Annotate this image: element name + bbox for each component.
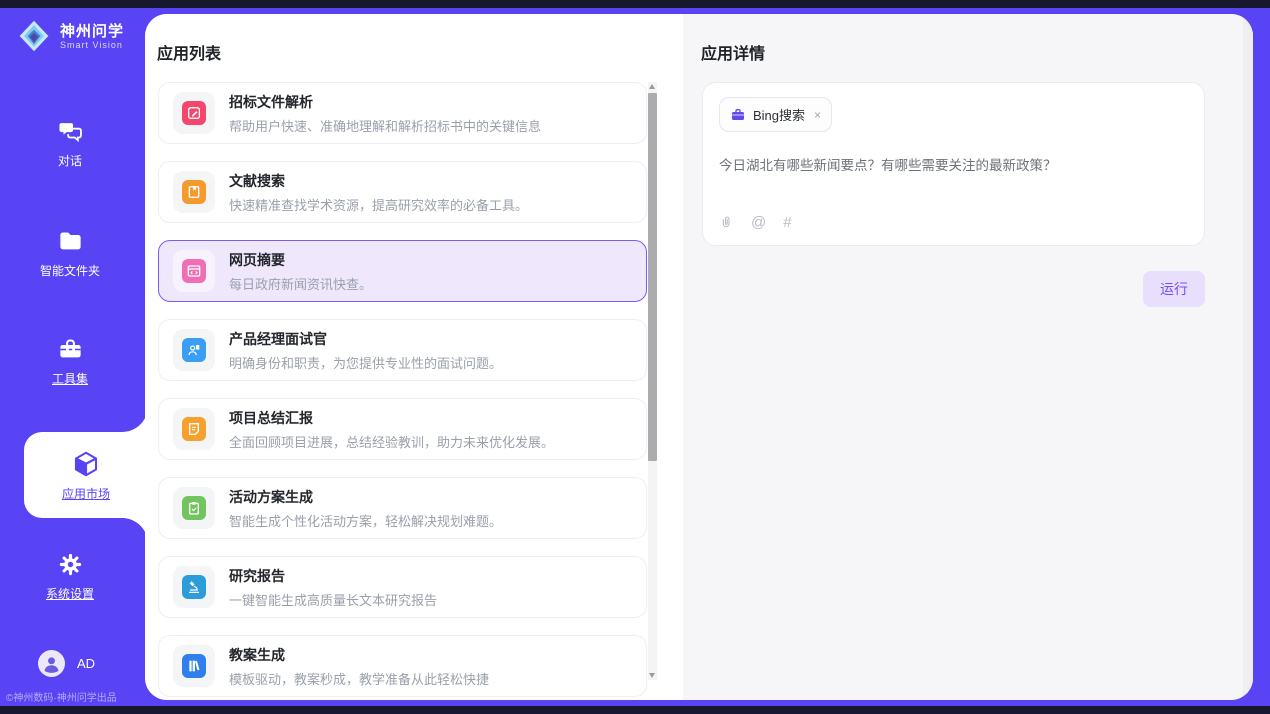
- copyright-footer: ©神州数码·神州问学出品: [6, 689, 117, 704]
- sidebar-item-label: 系统设置: [46, 585, 94, 602]
- app-desc: 全面回顾项目进展，总结经验教训，助力未来优化发展。: [229, 432, 554, 451]
- app-list: 招标文件解析 帮助用户快速、准确地理解和解析招标书中的关键信息 文献搜索 快速精…: [158, 82, 647, 700]
- app-desc: 智能生成个性化活动方案，轻松解决规划难题。: [229, 511, 502, 530]
- scrollbar-thumb[interactable]: [648, 93, 657, 461]
- hashtag-icon[interactable]: #: [783, 214, 791, 231]
- briefcase-icon: [730, 107, 746, 123]
- sidebar-item-app-market[interactable]: 应用市场: [24, 432, 148, 518]
- avatar: [38, 650, 65, 677]
- app-card-lesson-plan[interactable]: 教案生成 模板驱动，教案秒成，教学准备从此轻松快捷: [158, 635, 647, 697]
- app-card-literature-search[interactable]: 文献搜索 快速精准查找学术资源，提高研究效率的必备工具。: [158, 161, 647, 223]
- detail-scrollbar-track[interactable]: [1243, 14, 1253, 700]
- app-desc: 明确身份和职责，为您提供专业性的面试问题。: [229, 353, 502, 372]
- app-card-research-report[interactable]: 研究报告 一键智能生成高质量长文本研究报告: [158, 556, 647, 618]
- brand-name: 神州问学: [60, 23, 124, 40]
- app-list-scrollbar[interactable]: [648, 82, 657, 680]
- sidebar-item-label: 智能文件夹: [40, 262, 100, 279]
- edit-icon: [182, 101, 206, 125]
- microscope-icon: [182, 575, 206, 599]
- query-composer[interactable]: Bing搜索 × 今日湖北有哪些新闻要点？有哪些需要关注的最新政策？ @ #: [702, 82, 1205, 246]
- scroll-down-arrow[interactable]: [648, 670, 657, 680]
- window-bottom-strip: [0, 706, 1270, 714]
- app-name: 项目总结汇报: [229, 408, 554, 428]
- tag-close-icon[interactable]: ×: [814, 108, 821, 122]
- app-desc: 帮助用户快速、准确地理解和解析招标书中的关键信息: [229, 116, 541, 135]
- app-desc: 一键智能生成高质量长文本研究报告: [229, 590, 437, 609]
- clipboard-icon: [182, 496, 206, 520]
- sidebar-item-smart-folders[interactable]: 智能文件夹: [0, 228, 140, 279]
- main-panel: 应用列表 招标文件解析 帮助用户快速、准确地理解和解析招标书中的关键信息: [145, 14, 1253, 700]
- app-name: 文献搜索: [229, 171, 528, 191]
- query-text[interactable]: 今日湖北有哪些新闻要点？有哪些需要关注的最新政策？: [719, 154, 1188, 174]
- toolbox-icon: [57, 336, 84, 363]
- app-card-bid-document-analysis[interactable]: 招标文件解析 帮助用户快速、准确地理解和解析招标书中的关键信息: [158, 82, 647, 144]
- window-top-strip: [0, 0, 1270, 8]
- app-desc: 每日政府新闻资讯快查。: [229, 274, 372, 293]
- note-icon: [182, 417, 206, 441]
- app-list-title: 应用列表: [157, 40, 221, 64]
- app-list-panel: 应用列表 招标文件解析 帮助用户快速、准确地理解和解析招标书中的关键信息: [145, 14, 683, 700]
- books-icon: [182, 654, 206, 678]
- sidebar-item-settings[interactable]: 系统设置: [0, 551, 140, 602]
- app-card-pm-interviewer[interactable]: 产品经理面试官 明确身份和职责，为您提供专业性的面试问题。: [158, 319, 647, 381]
- app-card-event-plan[interactable]: 活动方案生成 智能生成个性化活动方案，轻松解决规划难题。: [158, 477, 647, 539]
- app-name: 产品经理面试官: [229, 329, 502, 349]
- brand-subtitle: Smart Vision: [60, 40, 124, 50]
- app-name: 教案生成: [229, 645, 489, 665]
- tool-tag-bing-search[interactable]: Bing搜索 ×: [719, 97, 832, 132]
- app-name: 网页摘要: [229, 250, 372, 270]
- sidebar-item-toolset[interactable]: 工具集: [0, 336, 140, 387]
- book-icon: [182, 180, 206, 204]
- app-desc: 模板驱动，教案秒成，教学准备从此轻松快捷: [229, 669, 489, 688]
- folder-icon: [57, 228, 84, 255]
- brand-logo: 神州问学 Smart Vision: [16, 18, 124, 54]
- app-name: 活动方案生成: [229, 487, 502, 507]
- sidebar-item-label: 工具集: [52, 370, 88, 387]
- cube-icon: [71, 449, 101, 479]
- gem-logo-icon: [16, 18, 52, 54]
- app-desc: 快速精准查找学术资源，提高研究效率的必备工具。: [229, 195, 528, 214]
- tool-tag-label: Bing搜索: [753, 105, 805, 124]
- run-button[interactable]: 运行: [1143, 271, 1205, 307]
- gear-icon: [57, 551, 84, 578]
- app-name: 招标文件解析: [229, 92, 541, 112]
- interviewer-icon: [182, 338, 206, 362]
- app-detail-title: 应用详情: [701, 40, 765, 64]
- app-card-project-summary[interactable]: 项目总结汇报 全面回顾项目进展，总结经验教训，助力未来优化发展。: [158, 398, 647, 460]
- mention-icon[interactable]: @: [751, 214, 766, 231]
- user-account[interactable]: AD: [38, 650, 95, 677]
- browser-icon: [182, 259, 206, 283]
- attachment-icon[interactable]: [719, 213, 734, 231]
- user-name: AD: [77, 656, 95, 671]
- sidebar: 神州问学 Smart Vision 对话 智能文件夹 工具集: [0, 8, 140, 706]
- sidebar-item-label: 应用市场: [62, 485, 110, 502]
- chat-icon: [57, 118, 84, 145]
- app-name: 研究报告: [229, 566, 437, 586]
- app-detail-panel: 应用详情 Bing搜索 × 今日湖北有哪些新闻要点？有哪些需要关注的最新政策？ …: [683, 14, 1253, 700]
- sidebar-item-chat[interactable]: 对话: [0, 118, 140, 169]
- sidebar-item-label: 对话: [58, 152, 82, 169]
- app-card-web-summary[interactable]: 网页摘要 每日政府新闻资讯快查。: [158, 240, 647, 302]
- scroll-up-arrow[interactable]: [648, 82, 657, 92]
